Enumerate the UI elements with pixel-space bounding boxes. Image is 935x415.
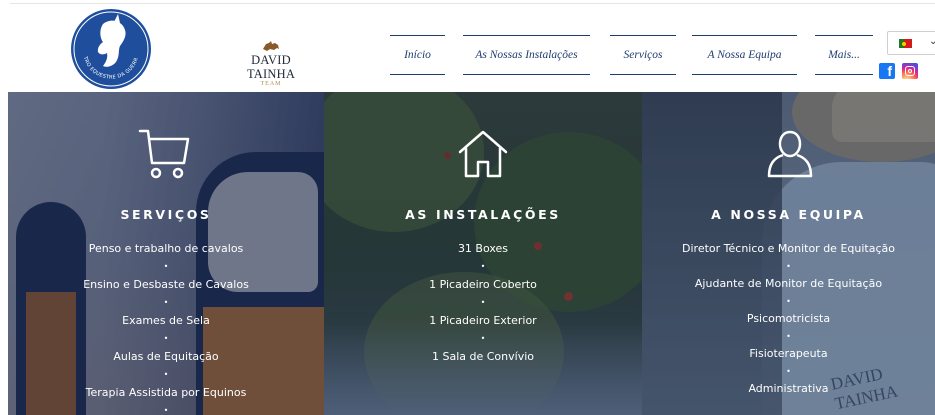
bullet-separator: •	[163, 334, 169, 343]
bullet-separator: •	[163, 370, 169, 379]
header-divider	[10, 3, 935, 4]
nav-item-instalacoes[interactable]: As Nossas Instalações	[463, 35, 590, 75]
portugal-flag-icon	[899, 39, 912, 48]
panel-servicos: SERVIÇOS Penso e trabalho de cavalos • E…	[8, 92, 324, 415]
person-icon	[767, 130, 813, 178]
list-item: Diretor Técnico e Monitor de Equitação	[682, 242, 895, 255]
nav-item-mais[interactable]: Mais...	[815, 35, 873, 75]
list-item: 1 Sala de Convívio	[431, 350, 534, 363]
bullet-separator: •	[163, 406, 169, 415]
david-tainha-logo[interactable]: DAVID TAINHA TEAM	[230, 40, 312, 87]
horse-emblem-icon	[263, 41, 279, 51]
list-item: Fisioterapeuta	[749, 347, 828, 360]
list-item: 31 Boxes	[457, 242, 509, 255]
list-item: Ensino e Desbaste de Cavalos	[83, 278, 249, 291]
bullet-separator: •	[786, 331, 791, 341]
facilities-list: 31 Boxes • 1 Picadeiro Coberto • 1 Picad…	[324, 240, 642, 366]
bullet-separator: •	[163, 298, 169, 307]
bullet-separator: •	[163, 262, 169, 271]
bullet-separator: •	[786, 261, 791, 271]
services-list: Penso e trabalho de cavalos • Ensino e D…	[8, 240, 324, 415]
bullet-separator: •	[480, 334, 486, 343]
list-item: Ajudante de Monitor de Equitação	[694, 277, 883, 290]
panel-equipa: DAVID TAINHA A NOSSA EQUIPA Diretor Técn…	[642, 92, 935, 415]
centro-equestre-logo[interactable]: CENTRO EQUESTRE DA GUERREIRA	[70, 8, 152, 90]
nav-item-inicio[interactable]: Início	[390, 35, 445, 75]
list-item: 1 Picadeiro Exterior	[429, 314, 537, 327]
list-item: Psicomotricista	[746, 312, 831, 325]
bullet-separator: •	[480, 298, 486, 307]
bullet-separator: •	[786, 366, 791, 376]
language-selector[interactable]: ⌄	[887, 31, 935, 55]
brand-name: DAVID TAINHA	[246, 53, 296, 81]
shopping-cart-icon	[138, 129, 190, 179]
brand-sub: TEAM	[260, 81, 282, 87]
panel-instalacoes: AS INSTALAÇÕES 31 Boxes • 1 Picadeiro Co…	[324, 92, 642, 415]
facebook-icon[interactable]: f	[879, 63, 895, 79]
site-header: CENTRO EQUESTRE DA GUERREIRA DAVID TAINH…	[0, 0, 935, 92]
panel-title: SERVIÇOS	[120, 207, 212, 222]
house-icon	[458, 130, 508, 178]
chevron-down-icon: ⌄	[929, 36, 935, 47]
bullet-separator: •	[786, 296, 791, 306]
list-item: Penso e trabalho de cavalos	[88, 242, 244, 255]
list-item: 1 Picadeiro Coberto	[429, 278, 537, 291]
list-item: Terapia Assistida por Equinos	[85, 386, 247, 399]
instagram-icon[interactable]	[902, 63, 918, 79]
list-item: Aulas de Equitação	[113, 350, 219, 363]
panel-title: AS INSTALAÇÕES	[405, 207, 561, 222]
nav-item-servicos[interactable]: Serviços	[610, 35, 676, 75]
team-list: Diretor Técnico e Monitor de Equitação •…	[642, 240, 935, 398]
nav-item-equipa[interactable]: A Nossa Equipa	[692, 35, 797, 75]
bullet-separator: •	[480, 262, 486, 271]
panel-title: A NOSSA EQUIPA	[711, 207, 866, 222]
list-item: Exames de Sela	[122, 314, 210, 327]
list-item: Administrativa	[748, 382, 829, 395]
